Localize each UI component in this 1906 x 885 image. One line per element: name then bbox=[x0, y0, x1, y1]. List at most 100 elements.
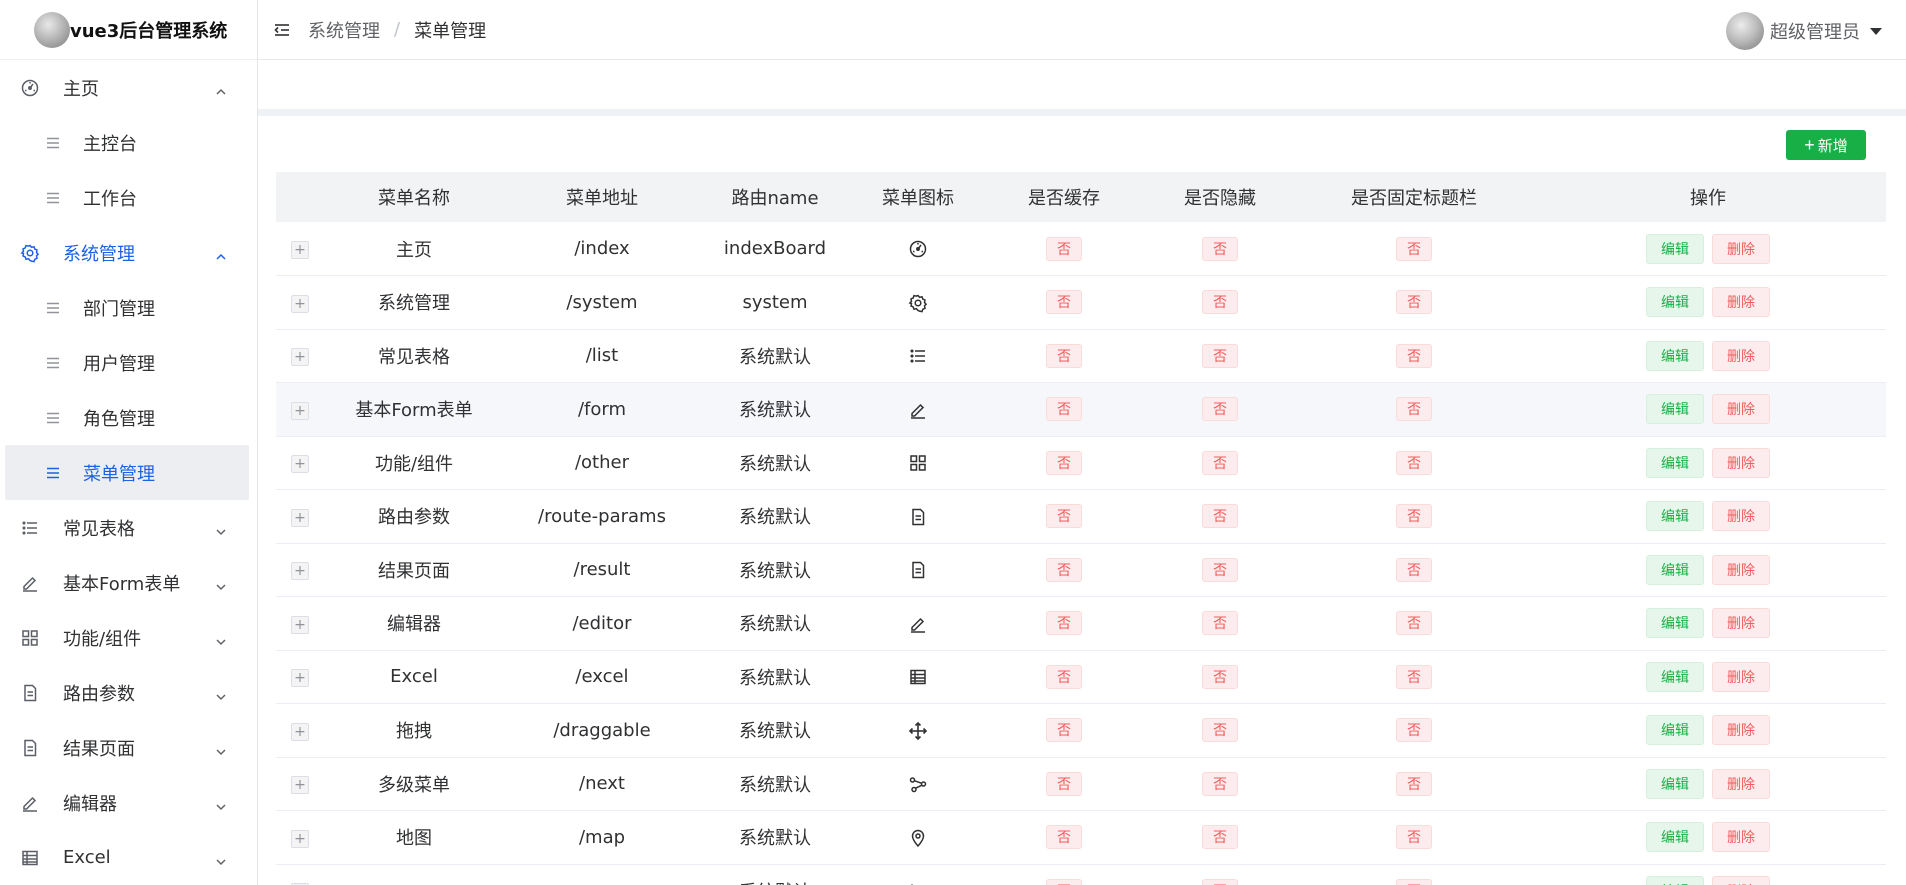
fixed-cell: 否 bbox=[1298, 757, 1530, 811]
table-row[interactable]: + 编辑器/editor 系统默认 否 否 否 编辑 删除 bbox=[276, 597, 1886, 651]
operations-cell: 编辑删除 bbox=[1530, 383, 1886, 437]
sidebar-item-0[interactable]: 主页 bbox=[0, 60, 257, 115]
expand-toggle[interactable]: + bbox=[291, 348, 309, 367]
expand-toggle[interactable]: + bbox=[291, 401, 309, 420]
table-row[interactable]: + Excel/excel 系统默认 否 否 否 编辑 删除 bbox=[276, 650, 1886, 704]
sidebar-item-label: 编辑器 bbox=[63, 793, 117, 815]
table-row[interactable]: + 路由参数/route-params 系统默认 否 否 否 编辑 删除 bbox=[276, 490, 1886, 543]
delete-button[interactable]: 删除 bbox=[1712, 501, 1770, 532]
operations-cell: 编辑删除 bbox=[1530, 276, 1886, 330]
expand-toggle[interactable]: + bbox=[291, 562, 309, 581]
table-row[interactable]: + 拖拽/draggable 系统默认 否 否 否 编辑 删除 bbox=[276, 704, 1886, 757]
expand-toggle[interactable]: + bbox=[291, 241, 309, 259]
delete-button[interactable]: 删除 bbox=[1712, 715, 1770, 746]
sidebar-subitem-1-2[interactable]: 角色管理 bbox=[0, 390, 257, 445]
edit-button[interactable]: 编辑 bbox=[1646, 608, 1704, 639]
expand-toggle[interactable]: + bbox=[291, 294, 309, 313]
add-button[interactable]: + 新增 bbox=[1786, 130, 1866, 160]
table-body: + 主页/index indexBoard 否否否编辑 删除 + 系统管理/system sy… bbox=[276, 222, 1886, 885]
edit-button[interactable]: 编辑 bbox=[1646, 554, 1704, 585]
route-name-cell: 系统默认 bbox=[739, 774, 811, 796]
menu-table: 菜单名称 菜单地址 路由name 菜单图标 是否缓存 是否隐藏 是否固定标题栏 操作 + 主页 /… bbox=[276, 172, 1886, 885]
sidebar-item-3[interactable]: 基本Form表单 bbox=[0, 555, 257, 610]
sidebar-item-2[interactable]: 常见表格 bbox=[0, 500, 257, 555]
sidebar-item-6[interactable]: 结果页面 bbox=[0, 720, 257, 775]
delete-button[interactable]: 删除 bbox=[1712, 394, 1770, 425]
delete-button[interactable]: 删除 bbox=[1712, 340, 1770, 371]
edit-button[interactable]: 编辑 bbox=[1646, 501, 1704, 532]
edit-button[interactable]: 编辑 bbox=[1646, 287, 1704, 318]
sidebar-item-4[interactable]: 功能/组件 bbox=[0, 610, 257, 665]
sidebar-subitem-1-0[interactable]: 部门管理 bbox=[0, 280, 257, 335]
edit-button[interactable]: 编辑 bbox=[1646, 661, 1704, 692]
sidebar-item-7[interactable]: 编辑器 bbox=[0, 775, 257, 830]
table-row[interactable]: + 功能/组件/other 系统默认 否 否 否 编辑 删除 bbox=[276, 436, 1886, 490]
edit-button[interactable]: 编辑 bbox=[1646, 875, 1704, 885]
sidebar-item-1[interactable]: 系统管理 bbox=[0, 225, 257, 280]
delete-button[interactable]: 删除 bbox=[1712, 661, 1770, 692]
route-name-cell: system bbox=[742, 291, 808, 313]
table-row[interactable]: + 多级菜单/next 系统默认 否 否 否 编辑 删除 bbox=[276, 757, 1886, 811]
expand-toggle[interactable]: + bbox=[291, 829, 309, 848]
sidebar-item-5[interactable]: 路由参数 bbox=[0, 665, 257, 720]
expand-toggle[interactable]: + bbox=[291, 669, 309, 688]
edit-button[interactable]: 编辑 bbox=[1646, 768, 1704, 799]
delete-button[interactable]: 删除 bbox=[1712, 233, 1770, 264]
delete-button[interactable]: 删除 bbox=[1712, 608, 1770, 639]
expand-toggle[interactable]: + bbox=[291, 508, 309, 527]
edit-button[interactable]: 编辑 bbox=[1646, 447, 1704, 478]
table-row[interactable]: + 结果页面/result 系统默认 否 否 否 编辑 删除 bbox=[276, 543, 1886, 597]
table-row[interactable]: + 主页/index indexBoard 否 否 否 编辑 删除 bbox=[276, 222, 1886, 276]
operations-cell: 编辑删除 bbox=[1530, 597, 1886, 651]
sidebar-subitem-1-1[interactable]: 用户管理 bbox=[0, 335, 257, 390]
expand-cell: + bbox=[276, 329, 324, 383]
expand-cell: + bbox=[276, 757, 324, 811]
table-row[interactable]: + 常见表格/list 系统默认 否 否 否 编辑 删除 bbox=[276, 329, 1886, 383]
fixed-cell: 否 bbox=[1298, 543, 1530, 597]
table-row[interactable]: + 系统管理/system system 否 否 否 编辑 删除 bbox=[276, 276, 1886, 330]
sidebar-subitem-1-3[interactable]: 菜单管理 bbox=[5, 445, 249, 500]
delete-button[interactable]: 删除 bbox=[1712, 875, 1770, 885]
collapse-menu-icon[interactable] bbox=[272, 20, 292, 40]
operations-cell: 编辑删除 bbox=[1530, 811, 1886, 865]
cache-tag: 否 bbox=[1046, 343, 1082, 368]
delete-button[interactable]: 删除 bbox=[1712, 287, 1770, 318]
menu-path-cell: /route-params bbox=[538, 505, 666, 527]
table-row[interactable]: + 系统默认否 否 否 编辑删除 bbox=[276, 864, 1886, 885]
logo[interactable]: vue3后台管理系统 bbox=[0, 0, 257, 60]
expand-toggle[interactable]: + bbox=[291, 615, 309, 634]
expand-toggle[interactable]: + bbox=[291, 455, 309, 474]
fixed-tag: 否 bbox=[1396, 290, 1432, 315]
route-name-cell: 系统默认 bbox=[739, 828, 811, 850]
route-name-cell: 系统默认 bbox=[739, 614, 811, 636]
expand-toggle[interactable]: + bbox=[291, 722, 309, 741]
table-row[interactable]: + 地图/map 系统默认 否 否 否 编辑 删除 bbox=[276, 811, 1886, 865]
sidebar-subitem-0-0[interactable]: 主控台 bbox=[0, 115, 257, 170]
delete-button[interactable]: 删除 bbox=[1712, 447, 1770, 478]
delete-button[interactable]: 删除 bbox=[1712, 554, 1770, 585]
sidebar-subitem-label: 角色管理 bbox=[83, 408, 155, 430]
edit-button[interactable]: 编辑 bbox=[1646, 822, 1704, 853]
app-title: vue3后台管理系统 bbox=[70, 20, 228, 42]
edit-button[interactable]: 编辑 bbox=[1646, 394, 1704, 425]
menu-path-cell: /map bbox=[578, 826, 626, 848]
cache-tag: 否 bbox=[1046, 236, 1082, 261]
delete-button[interactable]: 删除 bbox=[1712, 768, 1770, 799]
delete-button[interactable]: 删除 bbox=[1712, 822, 1770, 853]
table-row[interactable]: + 基本Form表单/form 系统默认 否 否 否 编辑 删除 bbox=[276, 382, 1886, 437]
sidebar-subitem-0-1[interactable]: 工作台 bbox=[0, 170, 257, 225]
edit-button[interactable]: 编辑 bbox=[1646, 233, 1704, 264]
sidebar-item-8[interactable]: Excel bbox=[0, 830, 257, 885]
sidebar-item-label: Excel bbox=[63, 847, 111, 868]
document-icon bbox=[908, 560, 928, 580]
top-header: 系统管理 / 菜单管理 超级管理员 bbox=[258, 0, 1906, 60]
menu-name-cell: 编辑器 bbox=[387, 614, 441, 636]
user-dropdown[interactable]: 超级管理员 bbox=[1726, 12, 1882, 50]
move-icon bbox=[908, 721, 928, 741]
edit-button[interactable]: 编辑 bbox=[1646, 340, 1704, 371]
edit-button[interactable]: 编辑 bbox=[1646, 715, 1704, 746]
cache-cell: 否 bbox=[986, 757, 1142, 811]
expand-toggle[interactable]: + bbox=[291, 776, 309, 795]
route-name-cell: 系统默认 bbox=[739, 400, 811, 422]
breadcrumb-item-system[interactable]: 系统管理 bbox=[308, 17, 380, 43]
